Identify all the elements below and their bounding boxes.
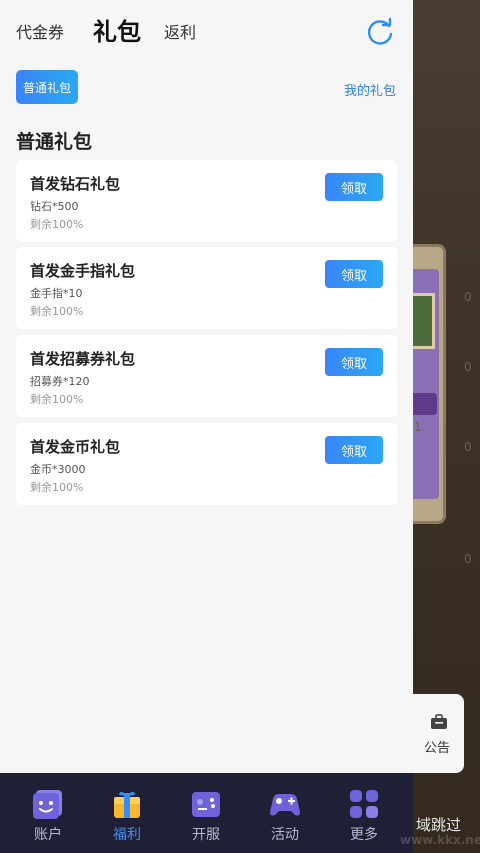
- tab-gift[interactable]: 礼包: [93, 12, 141, 47]
- gift-card: 首发钻石礼包 钻石*500 剩余100% 领取: [16, 160, 397, 242]
- gift-name: 首发钻石礼包: [30, 175, 121, 193]
- bottom-nav: 账户 福利 开服 活动 更多: [0, 773, 413, 853]
- gift-detail: 金币*3000: [30, 463, 86, 476]
- gift-icon: [114, 791, 140, 818]
- nav-server[interactable]: 开服: [166, 773, 246, 853]
- my-gifts-link[interactable]: 我的礼包: [344, 80, 396, 99]
- gift-name: 首发金手指礼包: [30, 262, 136, 280]
- gift-name: 首发金币礼包: [30, 438, 121, 456]
- section-title: 普通礼包: [16, 131, 93, 153]
- claim-button[interactable]: 领取: [325, 173, 383, 201]
- nav-welfare[interactable]: 福利: [87, 773, 167, 853]
- gift-card: 首发金手指礼包 金手指*10 剩余100% 领取: [16, 247, 397, 329]
- normal-gift-chip[interactable]: 普通礼包: [16, 70, 78, 104]
- refresh-icon[interactable]: [365, 17, 395, 47]
- nav-label: 开服: [192, 827, 220, 843]
- gift-remain: 剩余100%: [30, 218, 84, 231]
- gift-card: 首发金币礼包 金币*3000 剩余100% 领取: [16, 423, 397, 505]
- tab-voucher[interactable]: 代金券: [16, 19, 64, 43]
- gift-card: 首发招募券礼包 招募券*120 剩余100% 领取: [16, 335, 397, 417]
- gift-detail: 金手指*10: [30, 287, 83, 300]
- notice-button[interactable]: 公告: [413, 694, 464, 773]
- gamepad-icon: [270, 794, 300, 816]
- briefcase-icon: [431, 714, 447, 729]
- nav-label: 账户: [34, 827, 62, 843]
- claim-button[interactable]: 领取: [325, 436, 383, 464]
- nav-label: 更多: [350, 827, 378, 843]
- game-number: 0: [464, 552, 472, 566]
- watermark: www.kkx.net: [400, 833, 480, 847]
- game-number: 0: [464, 360, 472, 374]
- gift-remain: 剩余100%: [30, 305, 84, 318]
- nav-label: 活动: [271, 827, 299, 843]
- nav-account[interactable]: 账户: [8, 773, 88, 853]
- skip-button[interactable]: 域跳过: [416, 814, 461, 835]
- claim-button[interactable]: 领取: [325, 348, 383, 376]
- gift-name: 首发招募券礼包: [30, 350, 136, 368]
- server-gamepad-icon: [192, 792, 220, 817]
- game-number: 0: [464, 290, 472, 304]
- gift-panel: 代金券 礼包 返利 普通礼包 我的礼包 普通礼包 首发钻石礼包 钻石*500 剩…: [0, 0, 413, 775]
- account-face-icon: [33, 790, 62, 819]
- game-number: 1: [414, 420, 422, 434]
- gift-remain: 剩余100%: [30, 393, 84, 406]
- nav-more[interactable]: 更多: [324, 773, 404, 853]
- claim-button[interactable]: 领取: [325, 260, 383, 288]
- nav-activity[interactable]: 活动: [245, 773, 325, 853]
- gift-detail: 钻石*500: [30, 200, 79, 213]
- tab-rebate[interactable]: 返利: [164, 19, 196, 43]
- grid-more-icon: [350, 790, 378, 818]
- tab-bar: 代金券 礼包 返利: [0, 0, 413, 60]
- game-number: 0: [464, 440, 472, 454]
- gift-detail: 招募券*120: [30, 375, 90, 388]
- nav-label: 福利: [113, 827, 141, 843]
- notice-label: 公告: [424, 741, 451, 756]
- gift-remain: 剩余100%: [30, 481, 84, 494]
